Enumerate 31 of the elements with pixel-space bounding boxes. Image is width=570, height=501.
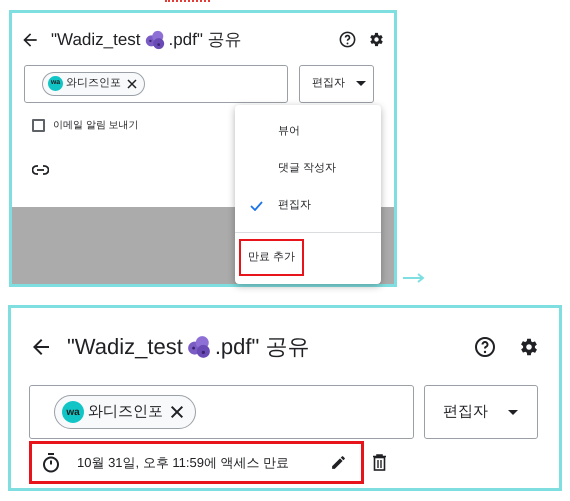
dialog-title: .pdf" 공유 bbox=[168, 29, 242, 51]
caret-icon bbox=[356, 81, 366, 86]
checkbox-label: 이메일 알림 보내기 bbox=[53, 118, 139, 132]
role-dropdown[interactable]: 편집자 bbox=[299, 64, 374, 102]
dialog-title: "Wadiz_test bbox=[67, 333, 183, 361]
dialog-title: "Wadiz_test bbox=[51, 29, 140, 51]
recipient-name: 와디즈인포 bbox=[88, 402, 163, 422]
arrow-icon bbox=[403, 273, 425, 283]
avatar: wa bbox=[62, 401, 84, 423]
berries-icon bbox=[186, 334, 212, 360]
berries-icon bbox=[144, 28, 166, 51]
trash-icon[interactable] bbox=[372, 454, 387, 471]
menu-item[interactable]: 편집자 bbox=[235, 187, 381, 224]
recipient-name: 와디즈인포 bbox=[66, 76, 121, 92]
menu-item[interactable]: 댓글 작성자 bbox=[235, 150, 381, 187]
role-dropdown[interactable]: 편집자 bbox=[424, 385, 538, 439]
dialog-title: .pdf" 공유 bbox=[214, 333, 310, 361]
caret-icon bbox=[508, 410, 518, 414]
remove-icon[interactable] bbox=[169, 404, 185, 420]
help-icon[interactable] bbox=[338, 30, 357, 50]
annotation-mark bbox=[165, 0, 210, 2]
remove-icon[interactable] bbox=[126, 78, 138, 90]
stopwatch-icon bbox=[42, 452, 60, 472]
checkbox[interactable] bbox=[32, 118, 45, 132]
expiry-text: 10월 31일, 오후 11:59에 액세스 만료 bbox=[77, 454, 290, 472]
link-icon[interactable] bbox=[32, 164, 49, 174]
menu-item[interactable]: 뷰어 bbox=[235, 113, 381, 150]
pencil-icon[interactable] bbox=[330, 454, 347, 471]
menu-item[interactable]: 만료 추가 bbox=[239, 239, 304, 276]
recipient-field[interactable]: wa 와디즈인포 bbox=[29, 385, 414, 439]
help-icon[interactable] bbox=[473, 334, 497, 358]
